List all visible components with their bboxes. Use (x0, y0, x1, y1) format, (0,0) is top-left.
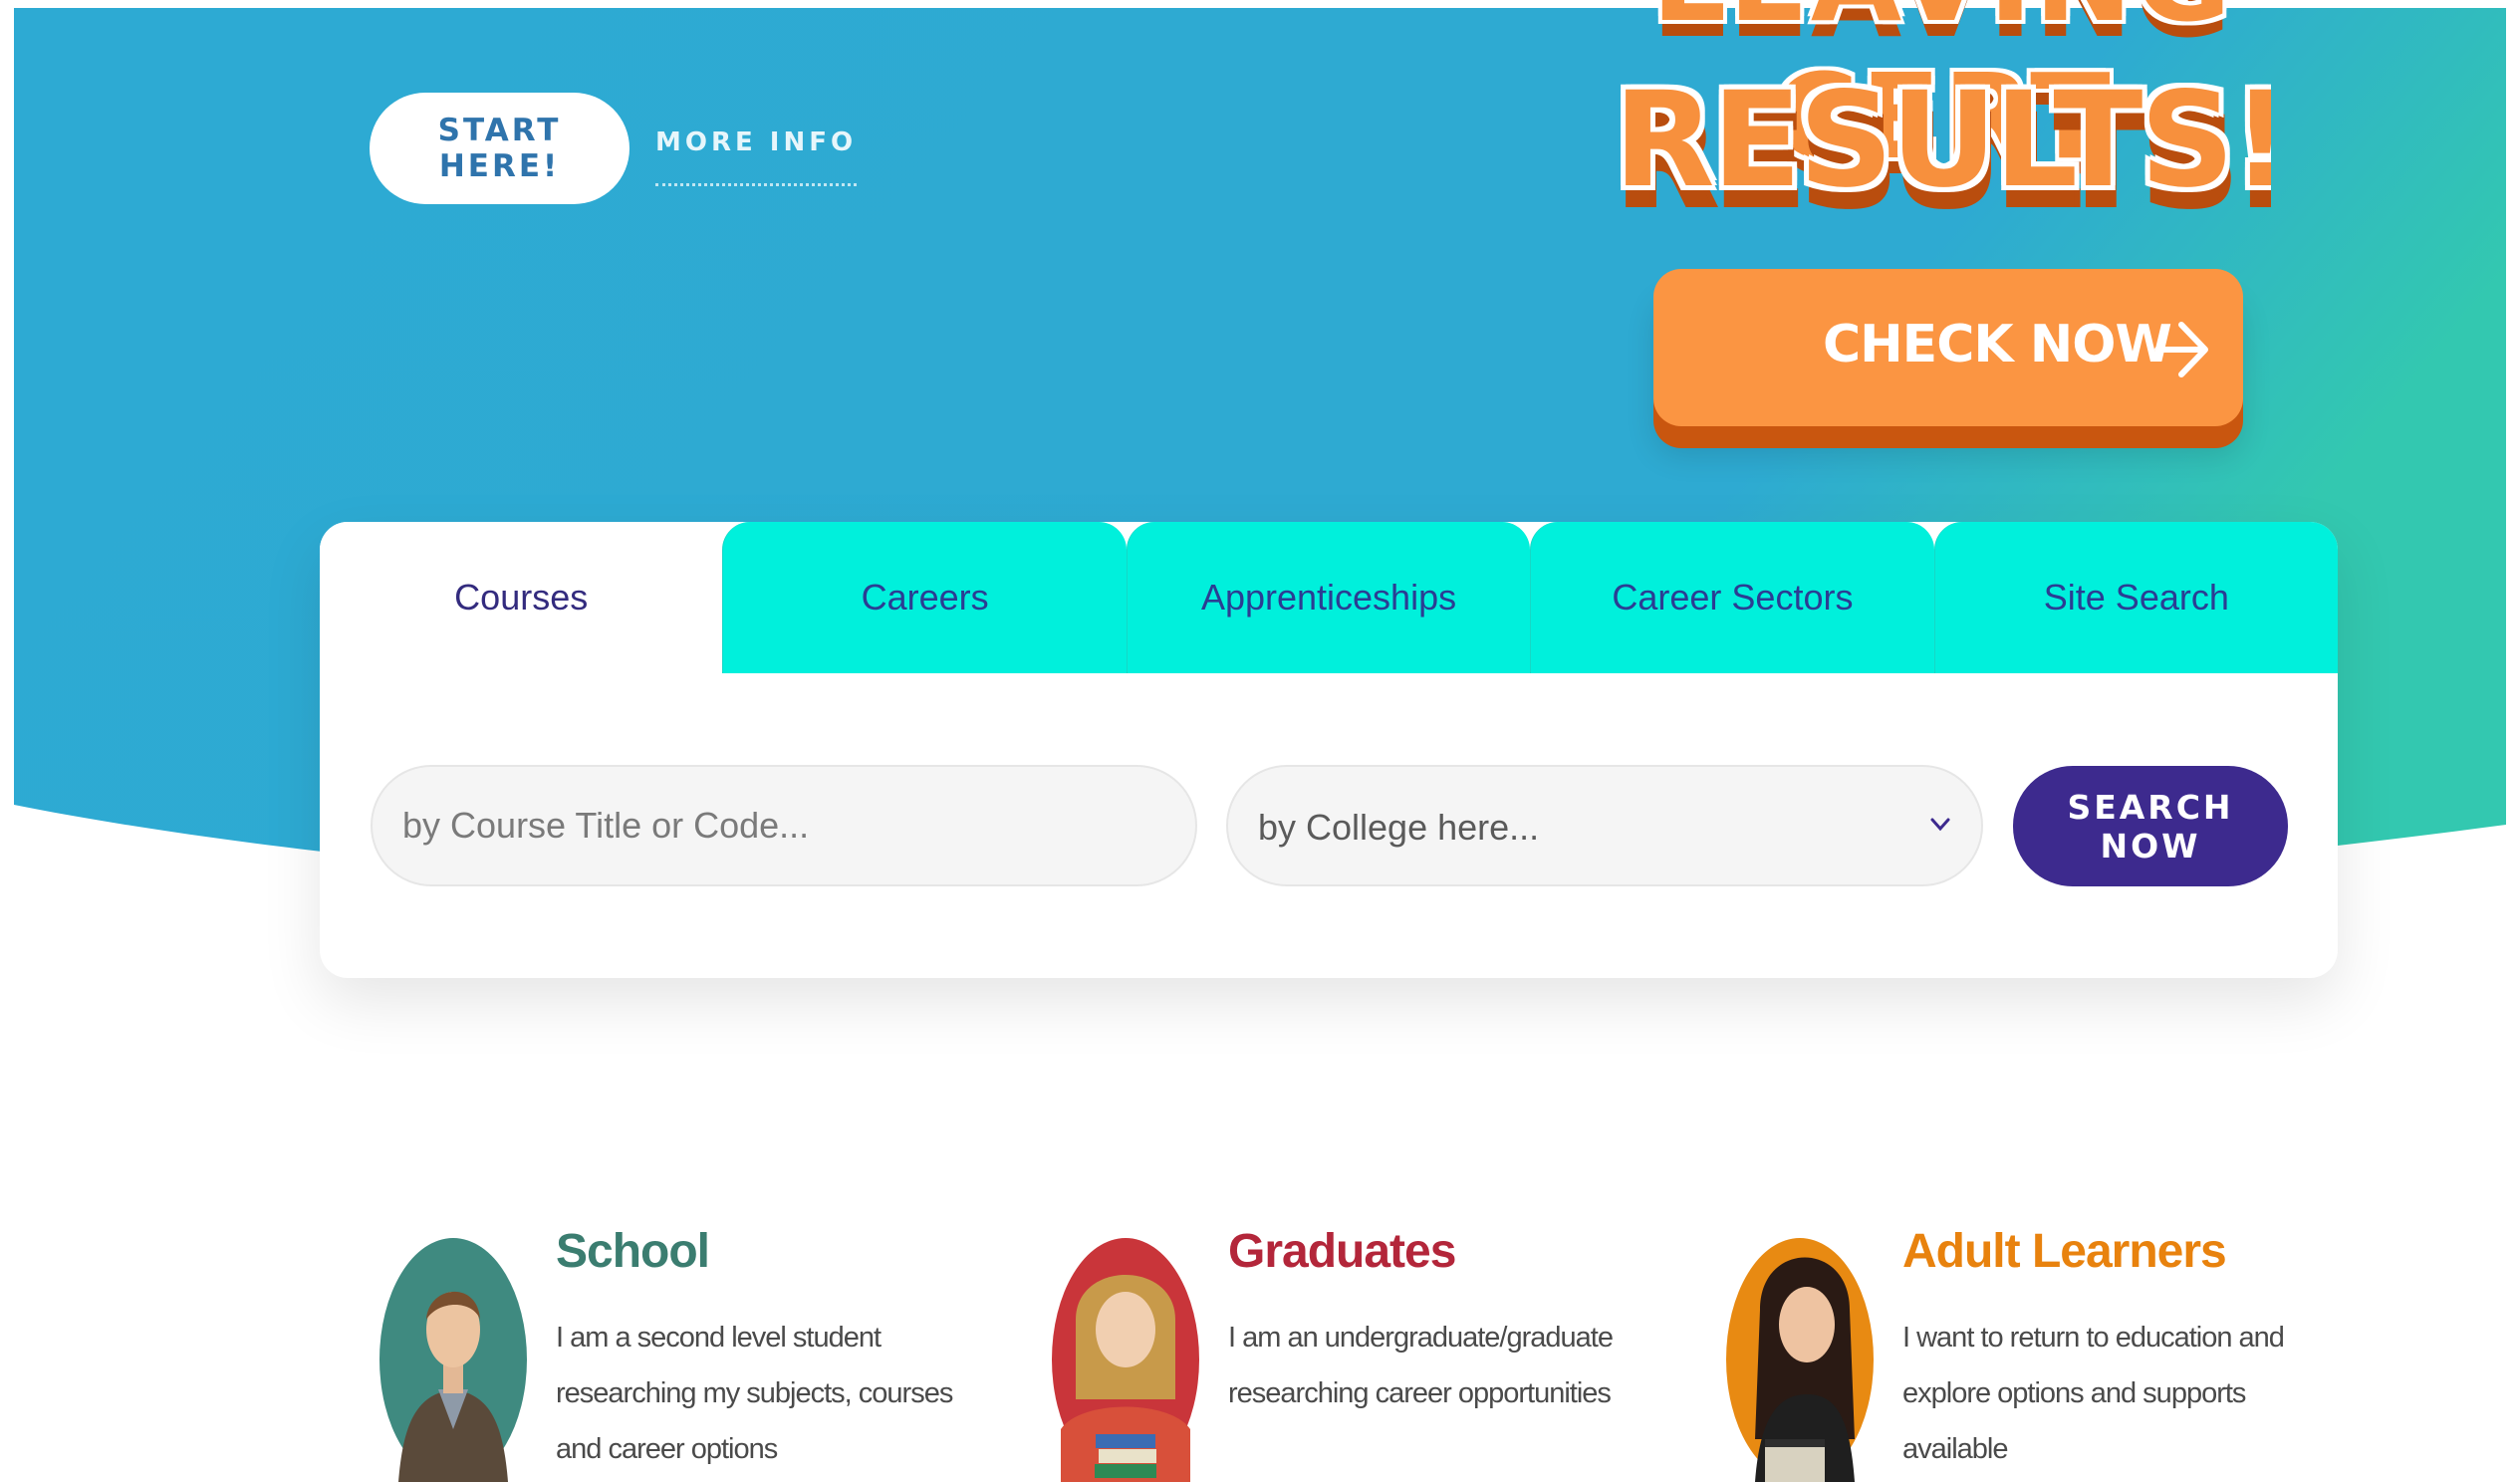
graduate-student-avatar (1052, 1238, 1199, 1482)
tab-label: Careers (861, 577, 989, 618)
college-select[interactable]: by College here... (1226, 765, 1983, 886)
tab-career-sectors[interactable]: Career Sectors (1530, 522, 1934, 673)
check-now-label: CHECK NOW (1823, 315, 2172, 374)
audience-title: Adult Learners (1902, 1225, 2227, 1278)
search-now-button[interactable]: SEARCH NOW (2013, 766, 2288, 886)
audience-description: I am a second level student researching … (556, 1322, 953, 1465)
school-student-avatar (379, 1238, 527, 1482)
chevron-down-icon (1930, 818, 1950, 832)
more-info-link[interactable]: MORE INFO (655, 127, 858, 186)
audience-description: I want to return to education and explor… (1902, 1322, 2285, 1465)
audience-description: I am an undergraduate/graduate researchi… (1228, 1322, 1614, 1409)
course-search-input[interactable] (371, 765, 1197, 886)
tab-label: Courses (454, 577, 589, 618)
tab-label: Site Search (2043, 577, 2229, 618)
search-panel: Courses Careers Apprenticeships Career S… (320, 522, 2339, 978)
leaving-cert-results-heading: LEAVING CERT RESULTS! (1614, 0, 2271, 249)
promo-title-main: RESULTS! (1614, 64, 2271, 217)
tab-label: Career Sectors (1612, 577, 1854, 618)
tab-careers[interactable]: Careers (722, 522, 1127, 673)
audience-title: School (556, 1225, 710, 1278)
start-here-button[interactable]: START HERE! (370, 93, 630, 204)
adult-learner-avatar (1726, 1238, 1874, 1482)
tab-apprenticeships[interactable]: Apprenticeships (1126, 522, 1531, 673)
college-select-value: by College here... (1258, 807, 1540, 848)
tab-site-search[interactable]: Site Search (1933, 522, 2339, 673)
check-now-button[interactable]: CHECK NOW (1653, 269, 2243, 426)
audience-title: Graduates (1228, 1225, 1456, 1278)
search-tabs: Courses Careers Apprenticeships Career S… (320, 522, 2339, 673)
arrow-right-icon (2154, 322, 2208, 377)
tab-courses[interactable]: Courses (320, 522, 723, 673)
tab-label: Apprenticeships (1200, 577, 1457, 618)
